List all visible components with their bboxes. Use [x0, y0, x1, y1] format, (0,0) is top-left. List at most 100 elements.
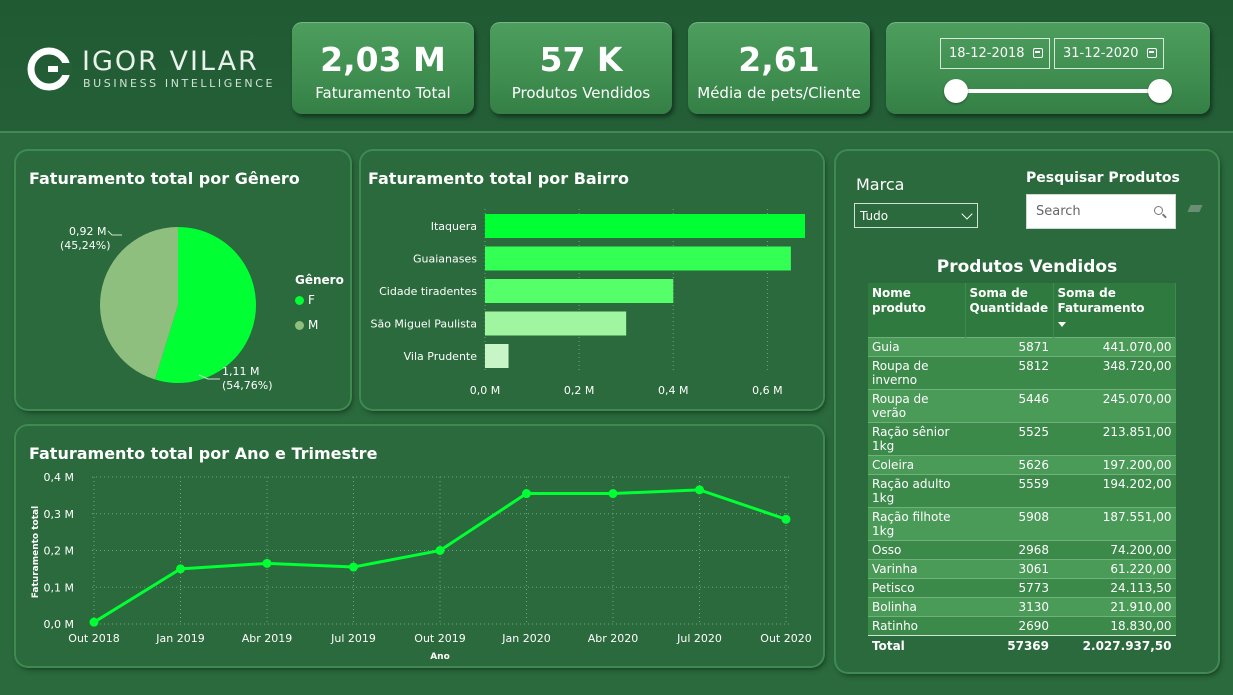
- cell-nome: Osso: [868, 540, 965, 560]
- x-tick-label: Abr 2019: [242, 632, 293, 645]
- cell-faturamento: 194.202,00: [1053, 474, 1176, 508]
- column-header-nome[interactable]: Nome produto: [868, 283, 966, 338]
- total-label: Total: [868, 635, 965, 655]
- pie-label-f-value: 1,11 M: [222, 365, 260, 378]
- date-slider-end-handle[interactable]: [1148, 79, 1172, 103]
- cell-faturamento: 213.851,00: [1053, 422, 1176, 456]
- table-row[interactable]: Ração sênior 1kg 5525 213.851,00: [868, 422, 1176, 456]
- end-date-input[interactable]: 31-12-2020: [1054, 38, 1164, 69]
- y-tick-label: 0,1 M: [44, 581, 74, 594]
- end-date-value: 31-12-2020: [1063, 46, 1139, 61]
- sort-desc-icon[interactable]: [1057, 322, 1066, 327]
- data-point: [349, 562, 358, 572]
- table-row[interactable]: Osso 2968 74.200,00: [868, 540, 1176, 560]
- y-tick-label: 0,3 M: [44, 508, 74, 521]
- x-tick-label: Jul 2019: [330, 632, 376, 645]
- table-row[interactable]: Ratinho 2690 18.830,00: [868, 616, 1176, 636]
- category-label: São Miguel Paulista: [370, 318, 477, 331]
- table-row[interactable]: Roupa de verão 5446 245.070,00: [868, 389, 1176, 423]
- table-row[interactable]: Ração filhote 1kg 5908 187.551,00: [868, 507, 1176, 541]
- marca-dropdown[interactable]: Tudo: [854, 203, 978, 228]
- y-axis-label: Faturamento total: [31, 506, 41, 598]
- cell-faturamento: 441.070,00: [1053, 337, 1176, 357]
- table-row[interactable]: Roupa de inverno 5812 348.720,00: [868, 356, 1176, 390]
- trimestre-chart-panel: Faturamento total por Ano e Trimestre 0,…: [16, 426, 823, 666]
- bar-1: [485, 246, 791, 271]
- products-panel: Marca Tudo Pesquisar Produtos Produtos V…: [836, 151, 1218, 672]
- cell-nome: Ração filhote 1kg: [868, 507, 965, 541]
- kpi-card-produtos: 57 K Produtos Vendidos: [490, 22, 672, 114]
- y-tick-label: 0,0 M: [44, 618, 74, 631]
- data-point: [89, 617, 99, 627]
- products-table-title: Produtos Vendidos: [936, 257, 1118, 277]
- table-row[interactable]: Petisco 5773 24.113,50: [868, 578, 1176, 598]
- search-icon[interactable]: [1154, 206, 1163, 215]
- cell-faturamento: 197.200,00: [1053, 455, 1176, 475]
- table-row[interactable]: Ração adulto 1kg 5559 194.202,00: [868, 474, 1176, 508]
- data-point: [695, 485, 704, 495]
- total-faturamento: 2.027.937,50: [1053, 635, 1176, 655]
- legend-dot-m: [295, 321, 304, 330]
- cell-faturamento: 245.070,00: [1053, 389, 1176, 423]
- x-tick-label: Abr 2020: [588, 632, 639, 645]
- product-search-box[interactable]: [1026, 194, 1176, 229]
- legend-item-f[interactable]: F: [295, 293, 315, 307]
- column-header-faturamento[interactable]: Soma de Faturamento: [1053, 283, 1176, 338]
- data-point: [435, 546, 445, 555]
- cell-faturamento: 61.220,00: [1053, 559, 1176, 579]
- date-slider-start-handle[interactable]: [944, 79, 968, 103]
- date-slider-track[interactable]: [958, 89, 1158, 93]
- cell-quantidade: 5446: [965, 389, 1053, 423]
- x-axis-label: Ano: [430, 652, 450, 662]
- search-input[interactable]: [1027, 195, 1147, 228]
- x-tick-label: Jan 2020: [501, 632, 550, 645]
- x-tick-label: Jan 2019: [155, 632, 204, 645]
- bar-2: [485, 279, 674, 303]
- table-header-row: Nome produto Soma de Quantidade Soma de …: [868, 283, 1176, 338]
- cell-quantidade: 5908: [965, 507, 1053, 541]
- calendar-icon[interactable]: [1033, 48, 1043, 58]
- legend-item-m[interactable]: M: [295, 318, 318, 332]
- cell-faturamento: 348.720,00: [1053, 356, 1176, 390]
- cell-quantidade: 5812: [965, 356, 1053, 390]
- cell-quantidade: 3061: [965, 559, 1053, 579]
- category-label: Itaquera: [431, 220, 477, 233]
- cell-quantidade: 2968: [965, 540, 1053, 560]
- cell-quantidade: 5559: [965, 474, 1053, 508]
- pie-label-m-percent: (45,24%): [60, 239, 111, 252]
- table-row[interactable]: Coleira 5626 197.200,00: [868, 455, 1176, 475]
- table-row[interactable]: Bolinha 3130 21.910,00: [868, 597, 1176, 617]
- cell-quantidade: 2690: [965, 616, 1053, 636]
- cell-nome: Petisco: [868, 578, 965, 598]
- date-range-filter: 18-12-2018 31-12-2020: [886, 22, 1210, 114]
- cell-nome: Roupa de inverno: [868, 356, 965, 390]
- bar-3: [485, 311, 627, 336]
- kpi-value: 57 K: [539, 40, 623, 79]
- y-tick-label: 0,2 M: [44, 545, 74, 558]
- column-header-faturamento-label: Soma de Faturamento: [1057, 286, 1145, 315]
- data-point: [522, 489, 531, 499]
- cell-faturamento: 18.830,00: [1053, 616, 1176, 636]
- table-row[interactable]: Guia 5871 441.070,00: [868, 337, 1176, 357]
- column-header-quantidade[interactable]: Soma de Quantidade: [965, 283, 1054, 338]
- kpi-value: 2,03 M: [320, 40, 446, 79]
- cell-quantidade: 5626: [965, 455, 1053, 475]
- cell-nome: Ração sênior 1kg: [868, 422, 965, 456]
- calendar-icon[interactable]: [1147, 48, 1157, 58]
- kpi-label: Média de pets/Cliente: [697, 84, 861, 102]
- legend-label-f: F: [308, 293, 315, 307]
- x-tick-label: 0,2 M: [564, 384, 594, 397]
- x-tick-label: Out 2019: [414, 632, 465, 645]
- pie-label-f-percent: (54,76%): [222, 379, 273, 392]
- bairro-bar-chart: 0,0 M 0,2 M 0,4 M 0,6 M Itaquera Guaianases Ci…: [370, 209, 805, 397]
- cell-nome: Guia: [868, 337, 965, 357]
- logo-icon: [27, 47, 72, 91]
- table-row[interactable]: Varinha 3061 61.220,00: [868, 559, 1176, 579]
- data-point: [608, 489, 618, 499]
- cell-nome: Coleira: [868, 455, 965, 475]
- eraser-icon[interactable]: [1187, 205, 1203, 212]
- cell-faturamento: 187.551,00: [1053, 507, 1176, 541]
- start-date-input[interactable]: 18-12-2018: [940, 38, 1050, 69]
- logo-title: IGOR VILAR: [82, 46, 259, 77]
- cell-quantidade: 5871: [965, 337, 1053, 357]
